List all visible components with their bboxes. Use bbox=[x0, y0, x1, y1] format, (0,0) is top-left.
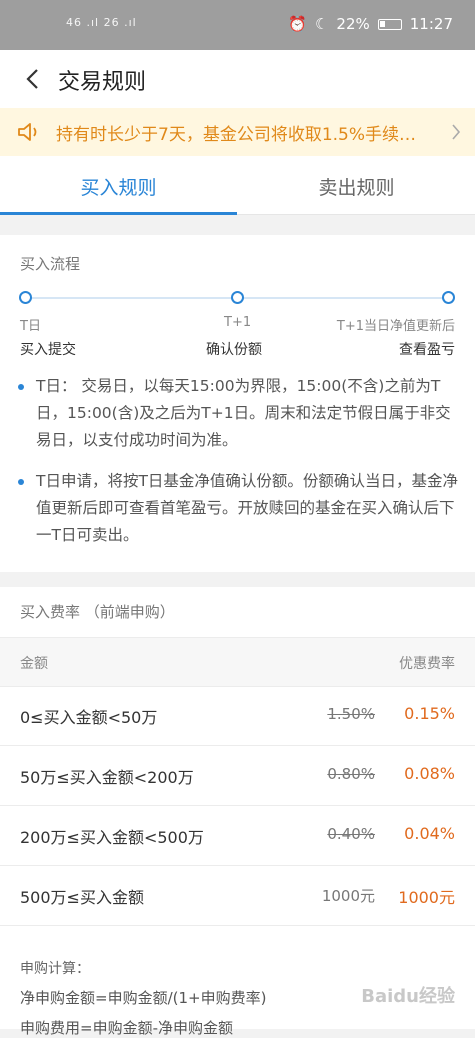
step-label-t1: T+1 bbox=[224, 315, 252, 330]
discount-rate: 0.04% bbox=[404, 824, 455, 843]
rule-note-1: T日： 交易日，以每天15:00为界限，15:00(不含)之前为T日，15:00… bbox=[18, 373, 458, 454]
fee-table-header: 金额 优惠费率 bbox=[0, 637, 475, 687]
watermark: Baidu经验 bbox=[361, 986, 455, 1007]
table-row: 500万≤买入金额 1000元 1000元 bbox=[0, 865, 475, 926]
step-action-view: 查看盈亏 bbox=[399, 342, 455, 358]
original-rate: 0.80% bbox=[327, 765, 375, 783]
tab-sell-rules[interactable]: 卖出规则 bbox=[238, 173, 475, 200]
app-header: 交易规则 bbox=[0, 50, 475, 108]
discount-rate: 1000元 bbox=[398, 888, 455, 907]
alarm-icon: ⏰ bbox=[288, 15, 307, 33]
fee-range: 0≤买入金额<50万 bbox=[20, 708, 158, 727]
timeline-dot-2 bbox=[231, 291, 244, 304]
rule-note-text: T日申请，将按T日基金净值确认份额。份额确认当日，基金净值更新后即可查看首笔盈亏… bbox=[36, 472, 458, 544]
table-row: 200万≤买入金额<500万 0.40% 0.04% bbox=[0, 805, 475, 866]
clock: 11:27 bbox=[409, 15, 453, 33]
discount-rate: 0.15% bbox=[404, 704, 455, 723]
status-right: ⏰ ☾ 22% 11:27 bbox=[288, 15, 453, 33]
original-rate: 1.50% bbox=[327, 705, 375, 723]
buy-fee-card: 买入费率 （前端申购） 金额 优惠费率 0≤买入金额<50万 1.50% 0.1… bbox=[0, 587, 475, 1037]
status-bar: 46 .ıl 26 .ıl ⏰ ☾ 22% 11:27 bbox=[0, 0, 475, 50]
battery-percent: 22% bbox=[336, 15, 370, 33]
chevron-right-icon bbox=[452, 124, 461, 140]
table-row: 0≤买入金额<50万 1.50% 0.15% bbox=[0, 685, 475, 746]
speaker-icon bbox=[18, 123, 37, 141]
fee-range: 50万≤买入金额<200万 bbox=[20, 768, 194, 787]
tab-buy-rules[interactable]: 买入规则 bbox=[0, 173, 237, 200]
original-rate: 1000元 bbox=[321, 887, 375, 905]
step-label-t1-after: T+1当日净值更新后 bbox=[336, 319, 455, 334]
bullet-dot bbox=[18, 384, 24, 390]
step-action-confirm: 确认份额 bbox=[206, 342, 262, 358]
fee-range: 500万≤买入金额 bbox=[20, 888, 144, 907]
col-rate: 优惠费率 bbox=[399, 656, 455, 672]
timeline-dot-1 bbox=[19, 291, 32, 304]
active-tab-indicator bbox=[0, 212, 237, 215]
original-rate: 0.40% bbox=[327, 825, 375, 843]
notice-banner[interactable]: 持有时长少于7天，基金公司将收取1.5%手续… bbox=[0, 108, 475, 156]
signal-indicator: 46 .ıl 26 .ıl bbox=[66, 16, 137, 29]
page-title: 交易规则 bbox=[58, 70, 147, 95]
moon-icon: ☾ bbox=[314, 15, 329, 33]
calc-formula-1: 净申购金额=申购金额/(1+申购费率) bbox=[20, 989, 267, 1007]
buy-process-title: 买入流程 bbox=[20, 255, 81, 273]
timeline-dot-3 bbox=[442, 291, 455, 304]
discount-rate: 0.08% bbox=[404, 764, 455, 783]
col-amount: 金额 bbox=[20, 656, 48, 672]
calc-formula-2: 申购费用=申购金额-净申购金额 bbox=[20, 1019, 233, 1037]
step-label-t: T日 bbox=[20, 319, 41, 334]
bullet-dot bbox=[18, 479, 24, 485]
rule-tabs: 买入规则 卖出规则 bbox=[0, 156, 475, 215]
back-arrow-icon[interactable] bbox=[22, 68, 44, 90]
table-row: 50万≤买入金额<200万 0.80% 0.08% bbox=[0, 745, 475, 806]
calc-title: 申购计算： bbox=[20, 961, 90, 977]
notice-text: 持有时长少于7天，基金公司将收取1.5%手续… bbox=[56, 125, 417, 145]
step-action-submit: 买入提交 bbox=[20, 342, 76, 358]
buy-fee-title: 买入费率 （前端申购） bbox=[20, 603, 175, 621]
buy-process-card: 买入流程 T日 T+1 T+1当日净值更新后 买入提交 确认份额 查看盈亏 T日… bbox=[0, 235, 475, 572]
rule-note-2: T日申请，将按T日基金净值确认份额。份额确认当日，基金净值更新后即可查看首笔盈亏… bbox=[18, 468, 458, 549]
fee-range: 200万≤买入金额<500万 bbox=[20, 828, 204, 847]
battery-icon bbox=[377, 18, 402, 30]
rule-note-text: T日： 交易日，以每天15:00为界限，15:00(不含)之前为T日，15:00… bbox=[36, 377, 451, 449]
